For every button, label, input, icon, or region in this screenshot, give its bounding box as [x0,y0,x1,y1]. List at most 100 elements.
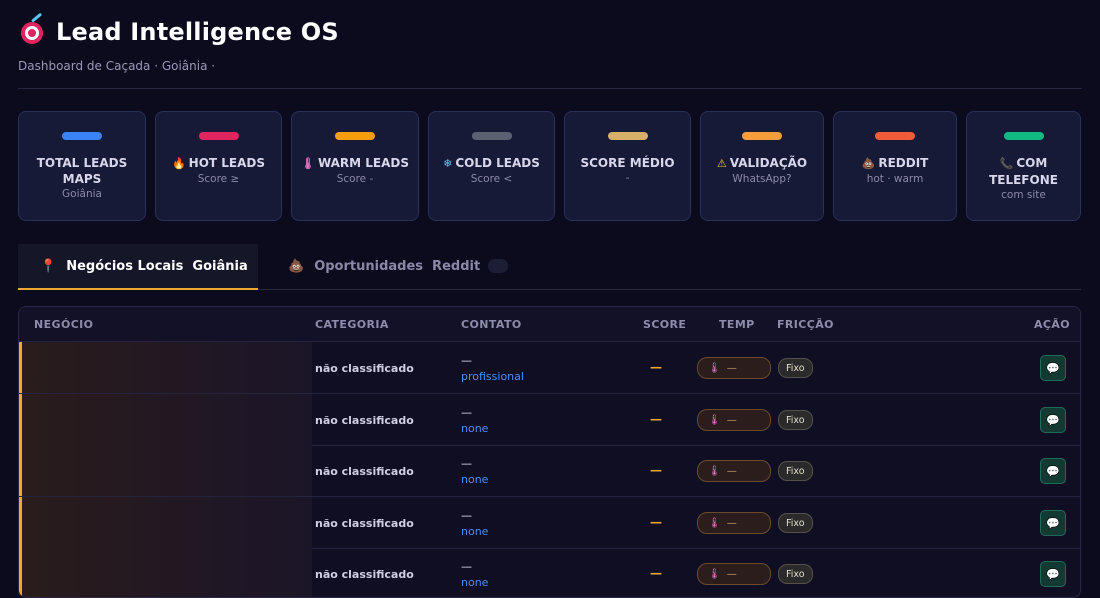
target-icon [18,12,46,46]
card-color-bar [198,132,239,140]
score-cell: — [650,515,662,529]
score-cell: — [650,412,662,426]
fire-icon: 🔥 [171,157,186,170]
thermometer-icon: 🌡 [300,157,315,170]
table-row[interactable]: não classificado — none — 🌡 — Fixo 💬 [19,497,1080,549]
card-label: TOTAL LEADS MAPS [36,156,128,186]
contact-link[interactable]: none [461,576,488,589]
business-cell [22,445,312,496]
contact-phone: — [461,457,472,470]
header-action: AÇÃO [1034,318,1071,331]
card-sub: com site [1001,189,1046,201]
chat-bubble-icon: 💬 [1046,361,1060,375]
category-cell: não classificado [315,414,414,427]
divider [18,88,1082,89]
temp-badge: 🌡 — [697,512,771,534]
card-color-bar [335,132,375,140]
thermometer-icon: 🌡 [708,568,721,580]
header-business: NEGÓCIO [34,318,94,331]
reddit-icon: 💩 [288,258,305,274]
snowflake-icon: ❄ [443,157,453,170]
contact-phone: — [461,354,472,367]
stats-cards: TOTAL LEADS MAPS Goiânia 🔥 HOT LEADS Scor… [18,111,1081,221]
tab-negocios-locais[interactable]: 📍 Negócios Locais Goiânia [18,244,258,290]
score-cell: — [650,360,662,374]
card-score-medio: SCORE MÉDIO - [564,111,691,221]
card-color-bar [742,132,782,140]
card-total-leads: TOTAL LEADS MAPS Goiânia [18,111,146,221]
card-validacao: ⚠ VALIDAÇÃO WhatsApp? [700,111,824,221]
table-row[interactable]: não classificado — none — 🌡 — Fixo 💬 [19,394,1080,446]
app-title: Lead Intelligence OS [56,18,339,46]
temp-badge: 🌡 — [697,563,771,585]
contact-cell: — profissional [461,354,524,383]
business-cell [22,497,312,548]
tab-label: Negócios Locais Goiânia [66,258,248,274]
message-button[interactable]: 💬 [1040,407,1066,433]
card-label: 📞 COM TELEFONE [989,156,1058,187]
card-sub: WhatsApp? [732,173,792,185]
card-warm-leads: 🌡 WARM LEADS Score - [291,111,419,221]
card-label: SCORE MÉDIO [580,156,675,170]
category-cell: não classificado [315,362,414,375]
card-color-bar [607,132,648,140]
header-temp: TEMP [719,318,755,331]
tab-oportunidades-reddit[interactable]: 💩 Oportunidades Reddit [288,244,509,288]
contact-link[interactable]: none [461,473,488,486]
card-label: ❄ COLD LEADS [443,156,540,170]
table-row[interactable]: não classificado — none — 🌡 — Fixo 💬 [19,445,1080,497]
message-button[interactable]: 💬 [1040,561,1066,587]
phone-icon: 📞 [999,157,1014,170]
reddit-icon: 💩 [861,157,876,170]
thermometer-icon: 🌡 [708,414,721,426]
card-label: 🔥 HOT LEADS [171,156,266,170]
leads-table: NEGÓCIO CATEGORIA CONTATO SCORE TEMP FRI… [18,306,1081,598]
header-score: SCORE [643,318,687,331]
chat-bubble-icon: 💬 [1046,413,1060,427]
contact-phone: — [461,560,472,573]
friction-badge: Fixo [778,410,813,430]
contact-link[interactable]: none [461,525,488,538]
card-sub: Score ≥ [197,173,240,185]
table-row[interactable]: não classificado — profissional — 🌡 — Fix… [19,342,1080,394]
category-cell: não classificado [315,465,414,478]
temp-badge: 🌡 — [697,409,771,431]
category-cell: não classificado [315,568,414,581]
card-color-bar [471,132,512,140]
thermometer-icon: 🌡 [708,465,721,477]
contact-link[interactable]: none [461,422,488,435]
score-cell: — [650,463,662,477]
pin-icon: 📍 [40,258,57,274]
app-subtitle: Dashboard de Caçada · Goiânia · [18,59,216,73]
card-color-bar [1003,132,1044,140]
card-hot-leads: 🔥 HOT LEADS Score ≥ [155,111,282,221]
card-sub: Goiânia [62,188,102,200]
message-button[interactable]: 💬 [1040,355,1066,381]
contact-link[interactable]: profissional [461,370,524,383]
card-com-telefone: 📞 COM TELEFONE com site [966,111,1081,221]
message-button[interactable]: 💬 [1040,458,1066,484]
warning-icon: ⚠ [716,157,727,170]
table-row[interactable]: não classificado — none — 🌡 — Fixo 💬 [19,548,1080,597]
card-reddit: 💩 REDDIT hot · warm [833,111,957,221]
chat-bubble-icon: 💬 [1046,567,1060,581]
business-cell [22,548,312,597]
contact-cell: — none [461,509,488,538]
temp-badge: 🌡 — [697,357,771,379]
contact-phone: — [461,509,472,522]
card-sub: Score - [336,173,374,185]
card-sub: hot · warm [866,173,924,185]
card-sub: Score < [470,173,513,185]
category-cell: não classificado [315,517,414,530]
temp-badge: 🌡 — [697,460,771,482]
chat-bubble-icon: 💬 [1046,464,1060,478]
card-label: 💩 REDDIT [861,156,929,170]
header-category: CATEGORIA [315,318,389,331]
friction-badge: Fixo [778,358,813,378]
contact-cell: — none [461,406,488,435]
header: Lead Intelligence OS Dashboard de Caçada… [18,12,339,73]
message-button[interactable]: 💬 [1040,510,1066,536]
friction-badge: Fixo [778,513,813,533]
card-cold-leads: ❄ COLD LEADS Score < [428,111,555,221]
header-contact: CONTATO [461,318,522,331]
